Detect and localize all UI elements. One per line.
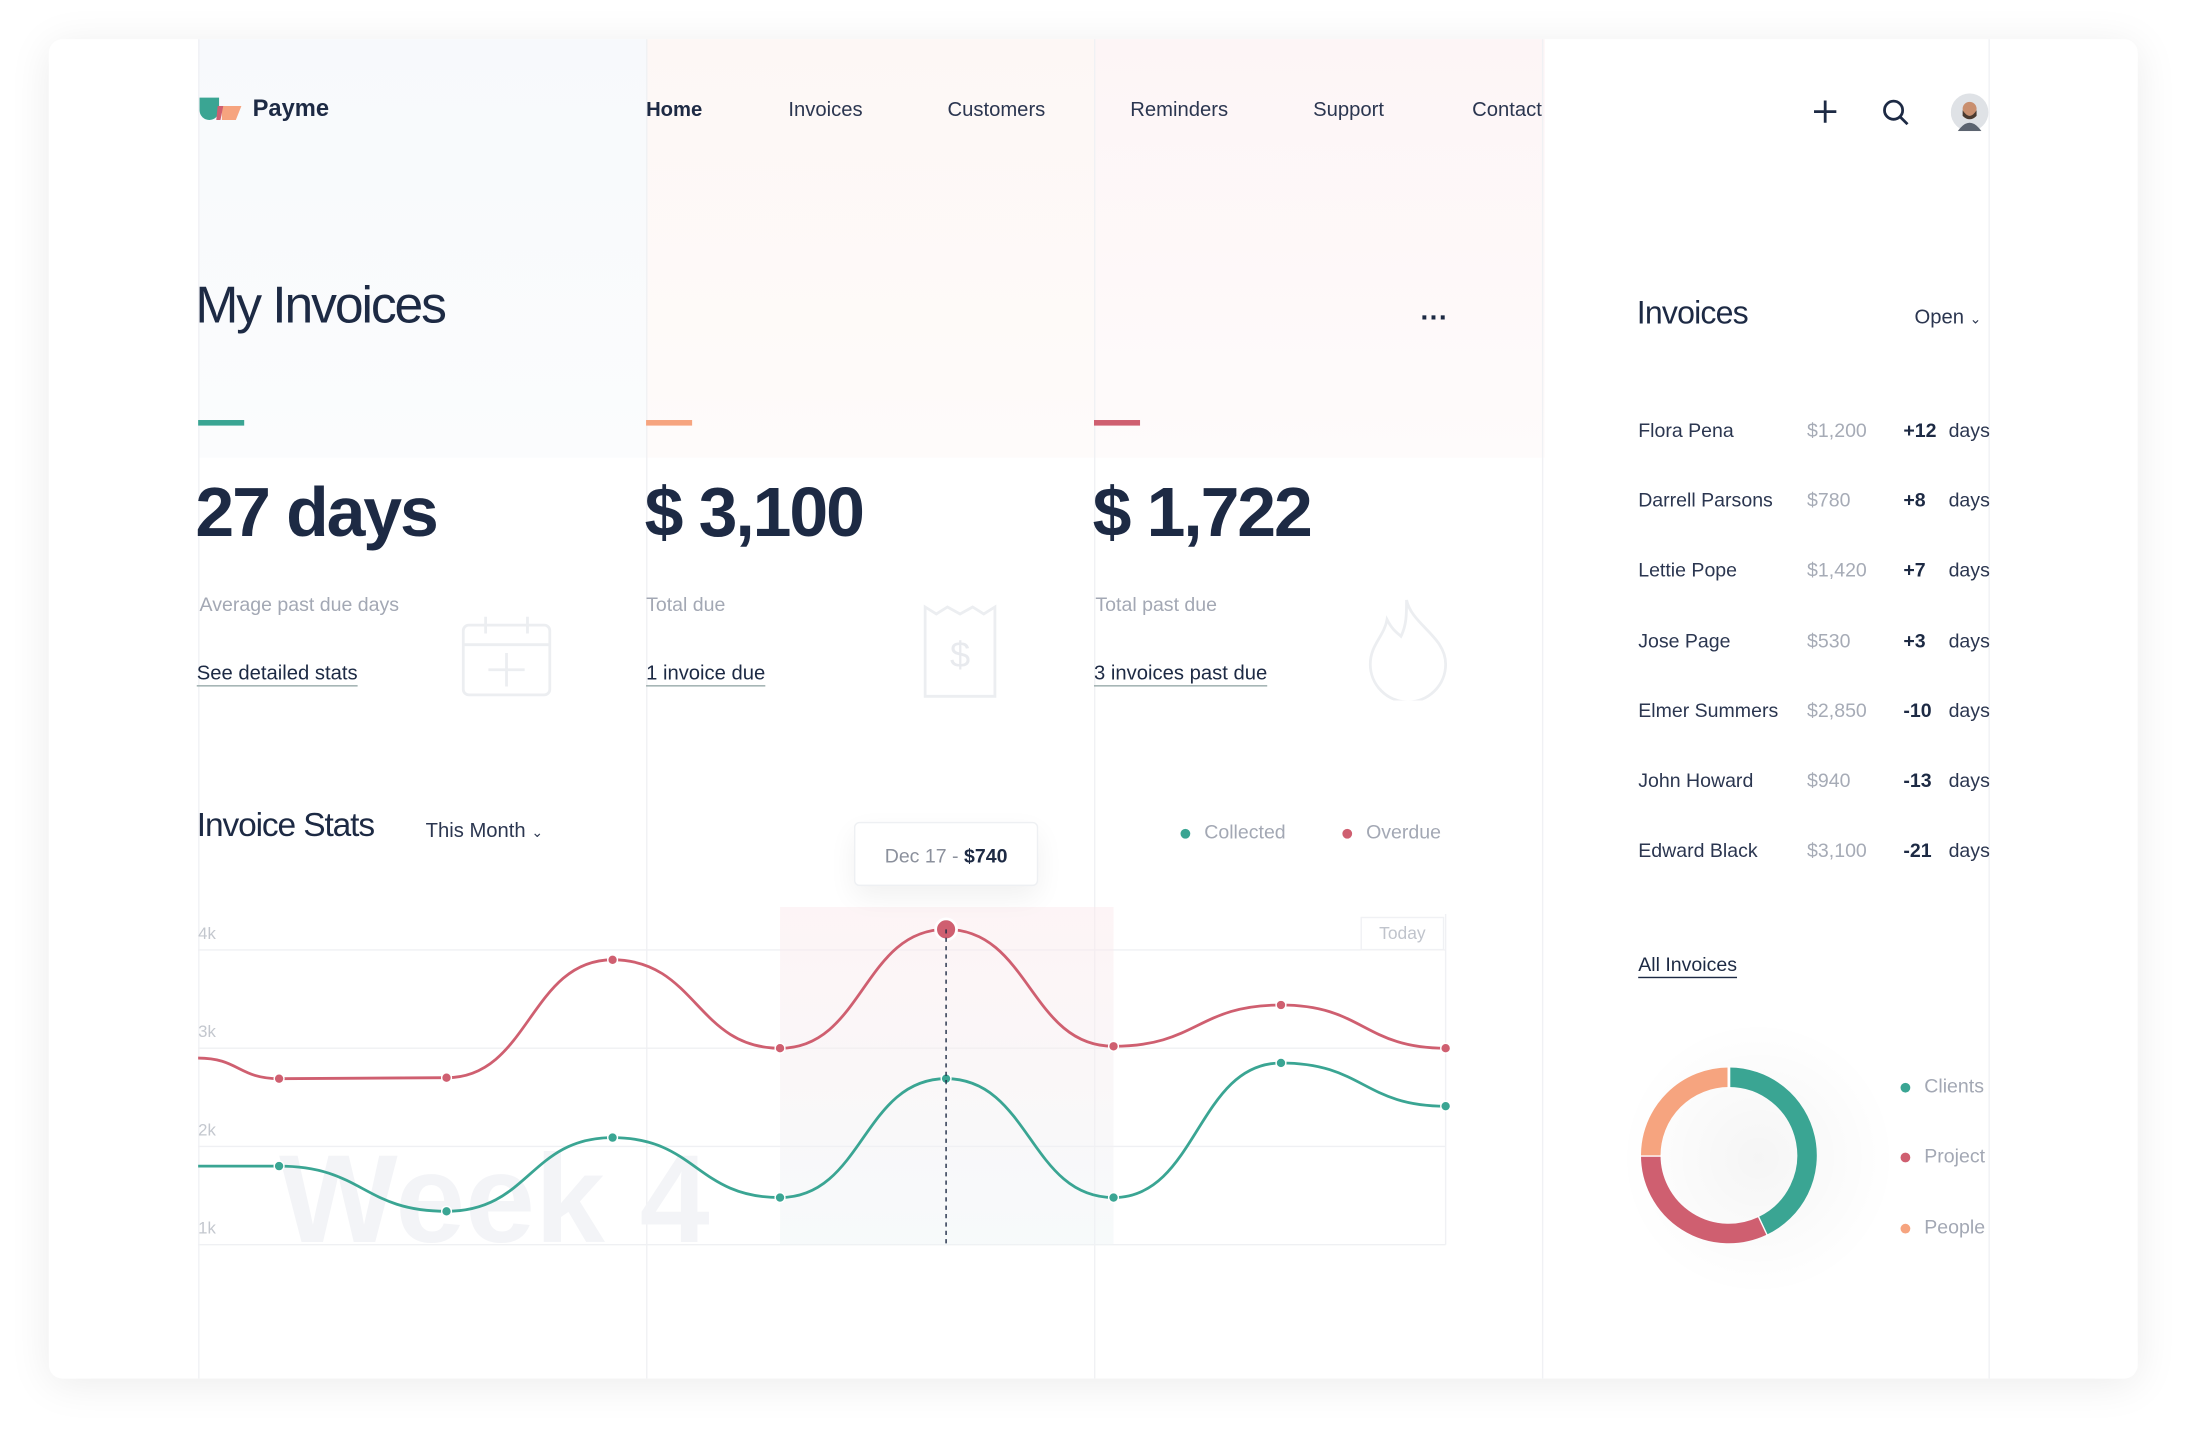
invoice-row[interactable]: Darrell Parsons $780 +8 days bbox=[1638, 489, 1990, 517]
legend-project: Project bbox=[1900, 1144, 1986, 1167]
invoice-name: Jose Page bbox=[1638, 628, 1731, 652]
data-point-collected[interactable] bbox=[1275, 1057, 1287, 1069]
legend-dot bbox=[1900, 1223, 1911, 1234]
tooltip-date: Dec 17 - bbox=[884, 844, 959, 867]
data-point-overdue[interactable] bbox=[774, 1042, 786, 1054]
invoice-name: John Howard bbox=[1638, 768, 1754, 792]
invoice-amount: $530 bbox=[1807, 628, 1851, 652]
invoice-name: Darrell Parsons bbox=[1638, 488, 1773, 511]
invoice-row[interactable]: John Howard $940 -13 days bbox=[1638, 769, 1990, 797]
invoice-unit: days bbox=[1948, 768, 1990, 792]
invoice-row[interactable]: Elmer Summers $2,850 -10 days bbox=[1638, 699, 1990, 727]
today-marker: Today bbox=[1360, 916, 1445, 951]
data-point-overdue[interactable] bbox=[440, 1072, 453, 1084]
invoice-unit: days bbox=[1948, 418, 1990, 441]
y-tick-label: 4k bbox=[198, 924, 216, 943]
y-tick-label: 1k bbox=[198, 1219, 216, 1238]
invoice-amount: $2,850 bbox=[1807, 698, 1867, 722]
invoice-row[interactable]: Edward Black $3,100 -21 days bbox=[1638, 839, 1990, 867]
invoice-amount: $1,200 bbox=[1807, 418, 1867, 441]
data-point-collected[interactable] bbox=[1440, 1100, 1452, 1112]
legend-label: Project bbox=[1924, 1144, 1986, 1167]
week-watermark: Week 4 bbox=[279, 1128, 710, 1269]
invoice-amount: $780 bbox=[1807, 488, 1851, 511]
invoice-amount: $1,420 bbox=[1807, 558, 1867, 582]
data-point-collected[interactable] bbox=[273, 1160, 285, 1172]
donut-segment-project bbox=[1640, 1155, 1767, 1244]
invoice-days: -13 bbox=[1903, 768, 1932, 792]
invoice-row[interactable]: Jose Page $530 +3 days bbox=[1638, 629, 1990, 657]
invoice-name: Edward Black bbox=[1638, 838, 1758, 862]
all-invoices-link[interactable]: All Invoices bbox=[1638, 953, 1737, 975]
invoice-row[interactable]: Flora Pena $1,200 +12 days bbox=[1638, 419, 1990, 447]
chart-tooltip: Dec 17 - $740 bbox=[853, 821, 1039, 887]
data-point-overdue[interactable] bbox=[273, 1073, 285, 1085]
invoice-name: Elmer Summers bbox=[1638, 698, 1779, 722]
invoice-donut-chart bbox=[1639, 1066, 1817, 1244]
invoice-days: +3 bbox=[1903, 628, 1926, 652]
invoice-unit: days bbox=[1948, 698, 1990, 722]
invoice-row[interactable]: Lettie Pope $1,420 +7 days bbox=[1638, 559, 1990, 587]
legend-clients: Clients bbox=[1900, 1074, 1984, 1097]
invoice-filter-dropdown[interactable]: Open ⌄ bbox=[1914, 307, 1981, 329]
invoice-days: +8 bbox=[1903, 488, 1926, 511]
data-point-overdue[interactable] bbox=[1275, 999, 1287, 1011]
data-point-overdue[interactable] bbox=[1107, 1040, 1120, 1052]
invoice-name: Flora Pena bbox=[1638, 418, 1734, 441]
y-tick-label: 3k bbox=[198, 1022, 216, 1041]
invoice-days: +7 bbox=[1903, 558, 1926, 582]
invoice-unit: days bbox=[1948, 838, 1990, 862]
data-point-overdue[interactable] bbox=[606, 954, 619, 966]
legend-label: People bbox=[1924, 1215, 1986, 1238]
invoice-amount: $3,100 bbox=[1807, 838, 1867, 862]
tooltip-amount: $740 bbox=[963, 844, 1008, 867]
invoice-name: Lettie Pope bbox=[1638, 558, 1738, 582]
y-tick-label: 2k bbox=[198, 1120, 216, 1139]
data-point-overdue[interactable] bbox=[1440, 1042, 1452, 1054]
invoice-unit: days bbox=[1948, 628, 1990, 652]
invoice-unit: days bbox=[1948, 488, 1990, 511]
data-point-collected[interactable] bbox=[606, 1132, 619, 1144]
chevron-down-icon: ⌄ bbox=[1969, 312, 1982, 328]
sidebar-title: Invoices bbox=[1636, 294, 1749, 331]
invoice-days: -21 bbox=[1903, 838, 1932, 862]
data-point-collected[interactable] bbox=[440, 1205, 453, 1217]
donut-segment-clients bbox=[1728, 1067, 1817, 1235]
legend-label: Clients bbox=[1924, 1074, 1984, 1097]
data-point-collected[interactable] bbox=[774, 1191, 786, 1204]
legend-people: People bbox=[1900, 1215, 1986, 1238]
data-point-collected[interactable] bbox=[1107, 1191, 1120, 1204]
invoice-days: +12 bbox=[1903, 418, 1937, 441]
invoice-amount: $940 bbox=[1807, 768, 1851, 792]
donut-segment-people bbox=[1640, 1067, 1730, 1156]
invoice-days: -10 bbox=[1903, 698, 1932, 722]
invoice-unit: days bbox=[1948, 558, 1990, 582]
legend-dot bbox=[1900, 1152, 1911, 1163]
filter-value: Open bbox=[1914, 306, 1965, 330]
legend-dot bbox=[1900, 1082, 1911, 1093]
